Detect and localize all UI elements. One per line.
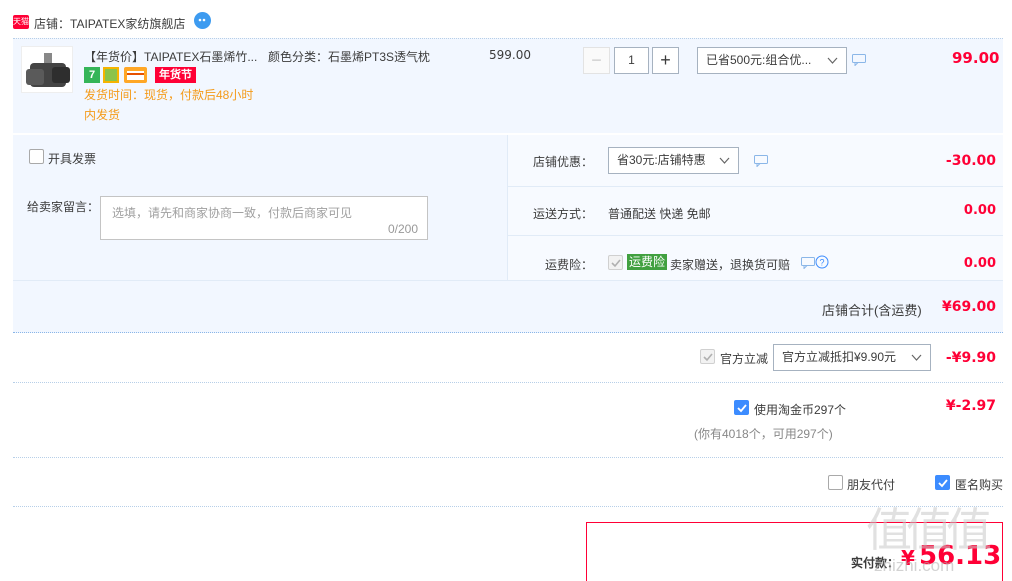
- product-thumbnail[interactable]: [21, 46, 73, 93]
- divider-official: [13, 382, 1003, 383]
- message-textarea[interactable]: 选填，请先和商家协商一致，付款后商家可见 0/200: [100, 196, 428, 240]
- coins-sub-text: (你有4018个，可用297个): [694, 427, 833, 441]
- coins-amount: ¥-2.97: [945, 398, 996, 414]
- chat-bubble-icon[interactable]: [754, 155, 768, 167]
- ship-time-text: 发货时间：现货，付款后48小时: [84, 88, 254, 102]
- anonymous-checkbox[interactable]: [935, 475, 950, 490]
- quantity-stepper: − 1 +: [583, 47, 679, 74]
- store-discount-label: 店铺优惠：: [533, 155, 594, 169]
- help-question-icon[interactable]: ?: [815, 255, 829, 269]
- friend-pay-label: 朋友代付: [847, 478, 896, 492]
- store-discount-select-value: 省30元:店铺特惠: [617, 153, 706, 167]
- shipping-amount: 0.00: [963, 203, 996, 218]
- chevron-down-icon: [719, 157, 730, 164]
- message-label: 给卖家留言：: [27, 200, 100, 214]
- coins-label: 使用淘金币297个: [754, 403, 847, 417]
- guarantee-icon: [103, 67, 119, 83]
- store-total-amount: ¥69.00: [941, 299, 996, 315]
- store-discount-amount: -30.00: [945, 153, 996, 169]
- official-discount-label: 官方立减: [720, 352, 769, 366]
- official-discount-select-value: 官方立减抵扣¥9.90元: [782, 350, 897, 364]
- insurance-desc: 卖家赠送，退换货可赔: [670, 258, 791, 272]
- insurance-label: 运费险：: [545, 258, 594, 272]
- site-watermark-text: zhizhi.com: [874, 556, 955, 575]
- credit-card-icon: [124, 67, 147, 83]
- official-discount-select[interactable]: 官方立减抵扣¥9.90元: [773, 344, 931, 371]
- official-discount-checkbox: [700, 349, 715, 364]
- insurance-amount: 0.00: [963, 256, 996, 271]
- festival-tag: 年货节: [155, 67, 196, 83]
- message-counter: 0/200: [387, 222, 418, 236]
- chevron-down-icon: [911, 354, 922, 361]
- coins-checkbox[interactable]: [734, 400, 749, 415]
- official-discount-amount: -¥9.90: [945, 350, 996, 366]
- shop-name-link[interactable]: 店铺：TAIPATEX家纺旗舰店: [34, 15, 185, 32]
- item-subtotal: 99.00: [952, 49, 1000, 67]
- ship-from-text: 内发货: [84, 108, 121, 122]
- insurance-tag: 运费险: [627, 254, 668, 270]
- shipping-label: 运送方式：: [533, 207, 594, 221]
- friend-pay-checkbox[interactable]: [828, 475, 843, 490]
- shop-header: 天猫 店铺：TAIPATEX家纺旗舰店: [13, 12, 313, 34]
- invoice-checkbox[interactable]: [29, 149, 44, 164]
- quantity-increase-button[interactable]: +: [652, 47, 679, 74]
- chat-bubble-icon[interactable]: [801, 257, 815, 269]
- wangwang-chat-icon[interactable]: [194, 12, 211, 29]
- anonymous-label: 匿名购买: [955, 478, 1004, 492]
- shipping-value: 普通配送 快递 免邮: [608, 207, 711, 221]
- tmall-badge-icon: 天猫: [13, 15, 29, 29]
- store-discount-select[interactable]: 省30元:店铺特惠: [608, 147, 739, 174]
- chevron-down-icon: [827, 57, 838, 64]
- invoice-label: 开具发票: [48, 152, 97, 166]
- item-discount-select[interactable]: 已省500元:组合优...: [697, 47, 847, 74]
- chat-bubble-icon[interactable]: [852, 54, 866, 66]
- product-title-link[interactable]: 【年货价】TAIPATEX石墨烯竹...: [84, 48, 257, 65]
- svg-text:?: ?: [819, 258, 824, 268]
- site-watermark-logo: 值值值: [866, 503, 992, 557]
- divider-row-3: [13, 280, 1003, 281]
- insurance-checkbox: [608, 255, 623, 270]
- unit-price: 599.00: [489, 48, 531, 62]
- quantity-decrease-button[interactable]: −: [583, 47, 610, 74]
- divider-options: [13, 506, 1003, 507]
- item-discount-select-value: 已省500元:组合优...: [706, 53, 812, 67]
- quantity-input[interactable]: 1: [614, 47, 649, 74]
- divider-row-2: [508, 235, 1003, 236]
- product-sku: 颜色分类：石墨烯PT3S透气枕: [268, 50, 431, 64]
- divider-coins: [13, 457, 1003, 458]
- seven-day-return-icon: 7: [84, 67, 100, 83]
- store-total-label: 店铺合计(含运费): [822, 303, 922, 318]
- divider-row-1: [508, 186, 1003, 187]
- message-placeholder: 选填，请先和商家协商一致，付款后商家可见: [112, 206, 353, 220]
